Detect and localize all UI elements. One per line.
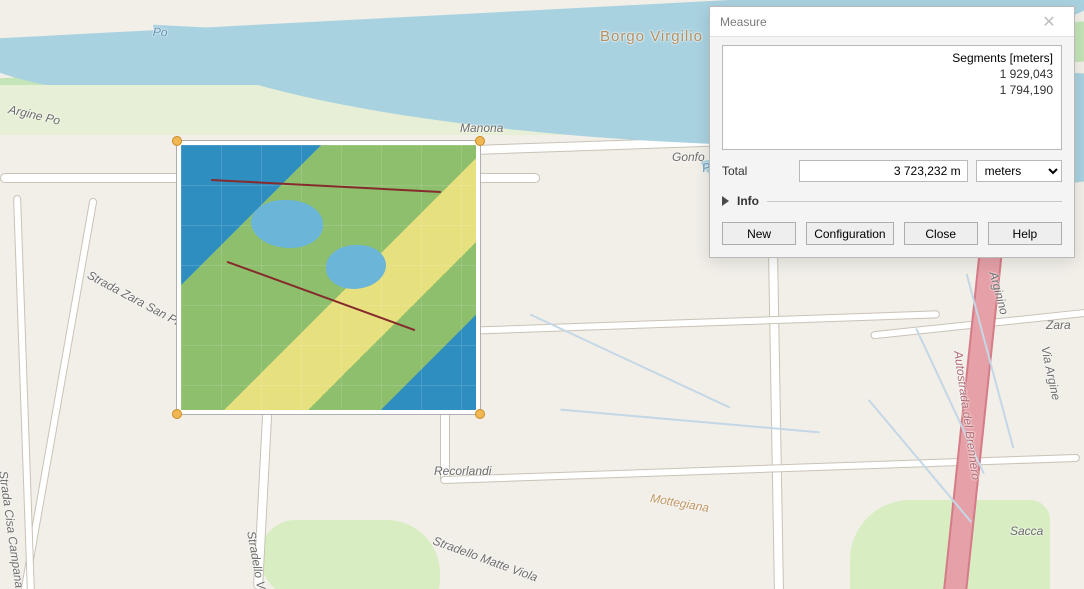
close-icon: ✕ <box>1042 12 1055 32</box>
resize-handle-top-right[interactable] <box>475 136 485 146</box>
info-disclosure-icon[interactable] <box>722 196 729 206</box>
resize-handle-bottom-left[interactable] <box>172 409 182 419</box>
segments-list[interactable]: Segments [meters] 1 929,043 1 794,190 <box>722 45 1062 150</box>
configuration-button[interactable]: Configuration <box>806 222 893 245</box>
resize-handle-bottom-right[interactable] <box>475 409 485 419</box>
segments-header: Segments [meters] <box>731 50 1053 66</box>
map-viewport[interactable]: Borgo Virgilio Po Po Argine Po Gonfo Man… <box>0 0 1084 589</box>
help-button[interactable]: Help <box>988 222 1062 245</box>
new-button[interactable]: New <box>722 222 796 245</box>
info-label: Info <box>737 194 759 208</box>
total-label: Total <box>722 164 791 178</box>
unit-select[interactable]: meters <box>976 160 1062 182</box>
separator <box>767 201 1062 202</box>
label-stradello-viola: Stradello Matte Viola <box>431 534 540 585</box>
label-via-argine: Via Argine <box>1038 345 1063 401</box>
label-borgo-virgilio: Borgo Virgilio <box>600 28 703 45</box>
total-input[interactable] <box>799 160 968 182</box>
label-manona: Manona <box>460 121 503 135</box>
label-zara: Zara <box>1046 318 1071 332</box>
segment-value: 1 794,190 <box>731 82 1053 98</box>
measure-dialog: Measure ✕ Segments [meters] 1 929,043 1 … <box>709 6 1075 258</box>
dialog-title: Measure <box>720 15 767 29</box>
close-button[interactable]: Close <box>904 222 978 245</box>
label-recorlandi: Recorlandi <box>434 464 491 478</box>
resize-handle-top-left[interactable] <box>172 136 182 146</box>
georeferenced-image-overlay[interactable] <box>176 140 481 415</box>
segment-value: 1 929,043 <box>731 66 1053 82</box>
dialog-close-button[interactable]: ✕ <box>1026 11 1072 33</box>
label-mottegiana: Mottegiana <box>649 491 710 515</box>
dialog-titlebar[interactable]: Measure ✕ <box>710 7 1074 37</box>
label-gonfo: Gonfo <box>672 150 705 164</box>
label-sacca: Sacca <box>1010 524 1043 538</box>
